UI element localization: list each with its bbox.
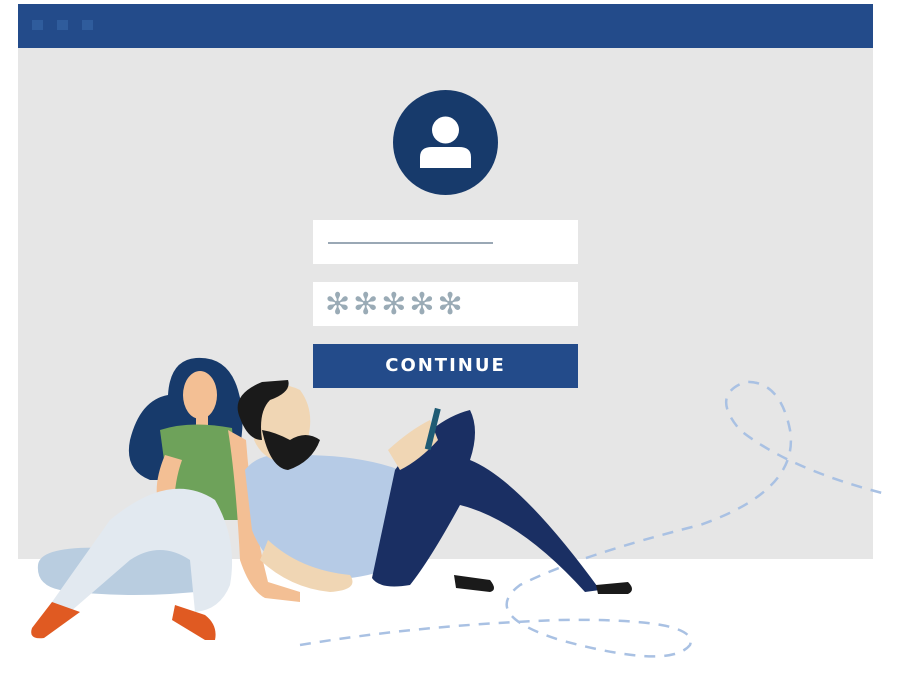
man-figure <box>237 380 632 594</box>
people-illustration <box>31 357 891 658</box>
stage: ✻✻✻✻✻ CONTINUE <box>0 0 903 675</box>
